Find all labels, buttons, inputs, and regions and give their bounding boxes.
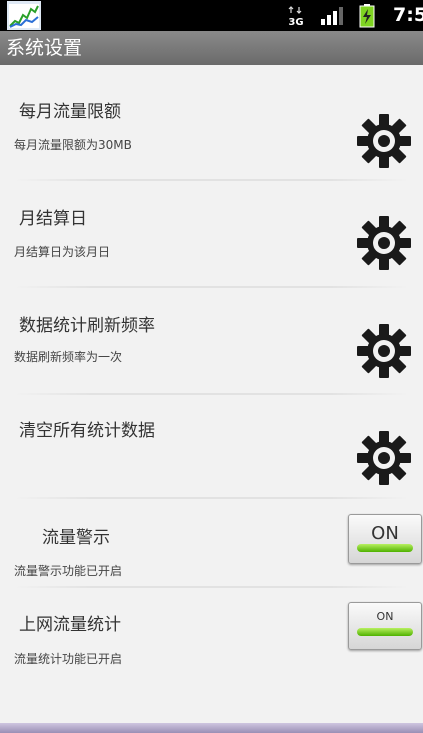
setting-billing-day[interactable]: 月结算日 月结算日为该月日 [0, 194, 423, 291]
gear-icon[interactable] [356, 323, 412, 379]
setting-traffic-alert[interactable]: 流量警示 流量警示功能已开启 ON [0, 510, 423, 590]
setting-summary: 每月流量限额为30MB [14, 138, 132, 152]
signal-icon [321, 6, 343, 25]
gear-icon[interactable] [356, 430, 412, 486]
setting-monthly-limit[interactable]: 每月流量限额 每月流量限额为30MB [0, 87, 423, 184]
setting-label: 月结算日 [19, 209, 87, 229]
chart-icon [7, 1, 41, 30]
toggle-on-indicator [357, 544, 413, 552]
setting-clear-data[interactable]: 清空所有统计数据 [0, 408, 423, 505]
setting-traffic-statistics[interactable]: 上网流量统计 流量统计功能已开启 ON [0, 598, 423, 678]
setting-summary: 数据刷新频率为一次 [14, 350, 123, 364]
gear-icon[interactable] [356, 113, 412, 169]
clock: 7:54 [393, 4, 423, 26]
setting-summary: 流量警示功能已开启 [14, 564, 123, 578]
setting-label: 上网流量统计 [19, 615, 121, 635]
divider [14, 286, 409, 288]
battery-charging-icon [359, 3, 375, 27]
divider [14, 179, 409, 181]
setting-refresh-frequency[interactable]: 数据统计刷新频率 数据刷新频率为一次 [0, 301, 423, 398]
setting-label: 清空所有统计数据 [19, 421, 155, 441]
setting-label: 流量警示 [42, 528, 110, 548]
status-bar: 3G 7:54 [0, 0, 423, 31]
network-label: 3G [288, 17, 303, 27]
setting-label: 数据统计刷新频率 [19, 316, 155, 336]
toggle-label: ON [376, 610, 394, 623]
setting-summary: 月结算日为该月日 [14, 245, 111, 259]
page-title: 系统设置 [6, 37, 83, 59]
title-bar: 系统设置 [0, 31, 423, 65]
divider [14, 586, 409, 588]
toggle-on-indicator [357, 628, 413, 636]
divider [14, 497, 409, 499]
divider [14, 393, 409, 395]
setting-summary: 流量统计功能已开启 [14, 652, 123, 666]
traffic-statistics-toggle[interactable]: ON [348, 602, 422, 650]
toggle-label: ON [371, 523, 399, 544]
traffic-alert-toggle[interactable]: ON [348, 514, 422, 564]
bottom-edge [0, 723, 423, 733]
network-3g-icon: 3G [288, 5, 304, 27]
setting-label: 每月流量限额 [19, 102, 121, 122]
gear-icon[interactable] [356, 215, 412, 271]
